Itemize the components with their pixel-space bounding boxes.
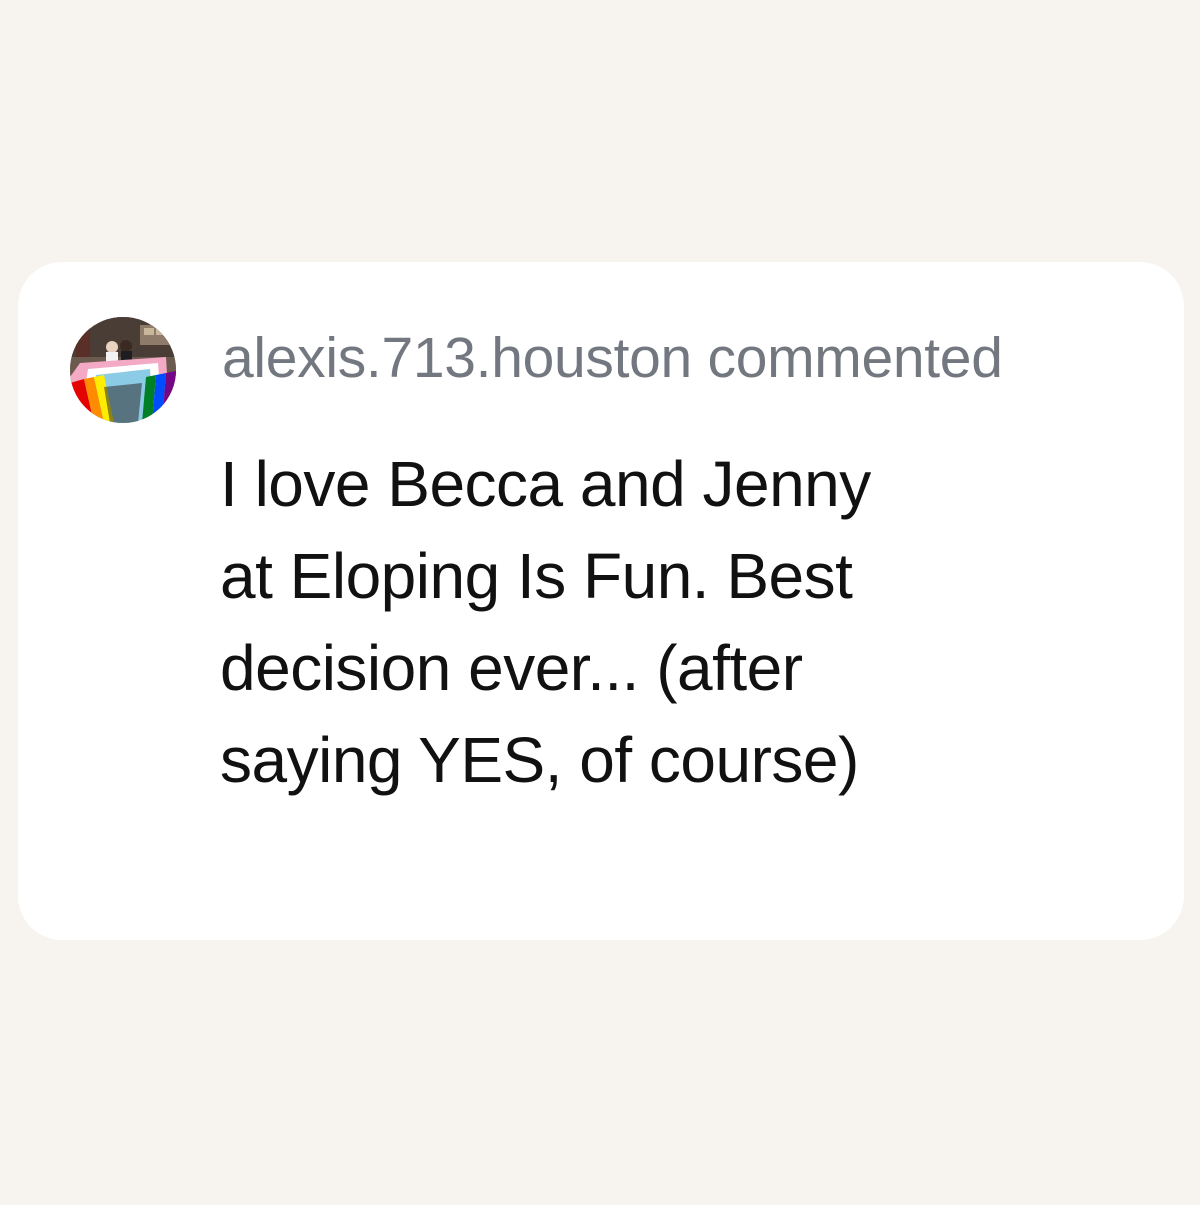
comment-card: alexis.713.houston commented I love Becc…: [18, 262, 1184, 940]
username-link[interactable]: alexis.713.houston: [222, 326, 692, 390]
avatar-image: [70, 317, 176, 423]
comment-text: I love Becca and Jenny at Eloping Is Fun…: [220, 448, 871, 796]
comment-header: alexis.713.houston commented: [222, 322, 1003, 394]
avatar[interactable]: [70, 317, 176, 423]
comment-action-label: commented: [707, 326, 1003, 390]
